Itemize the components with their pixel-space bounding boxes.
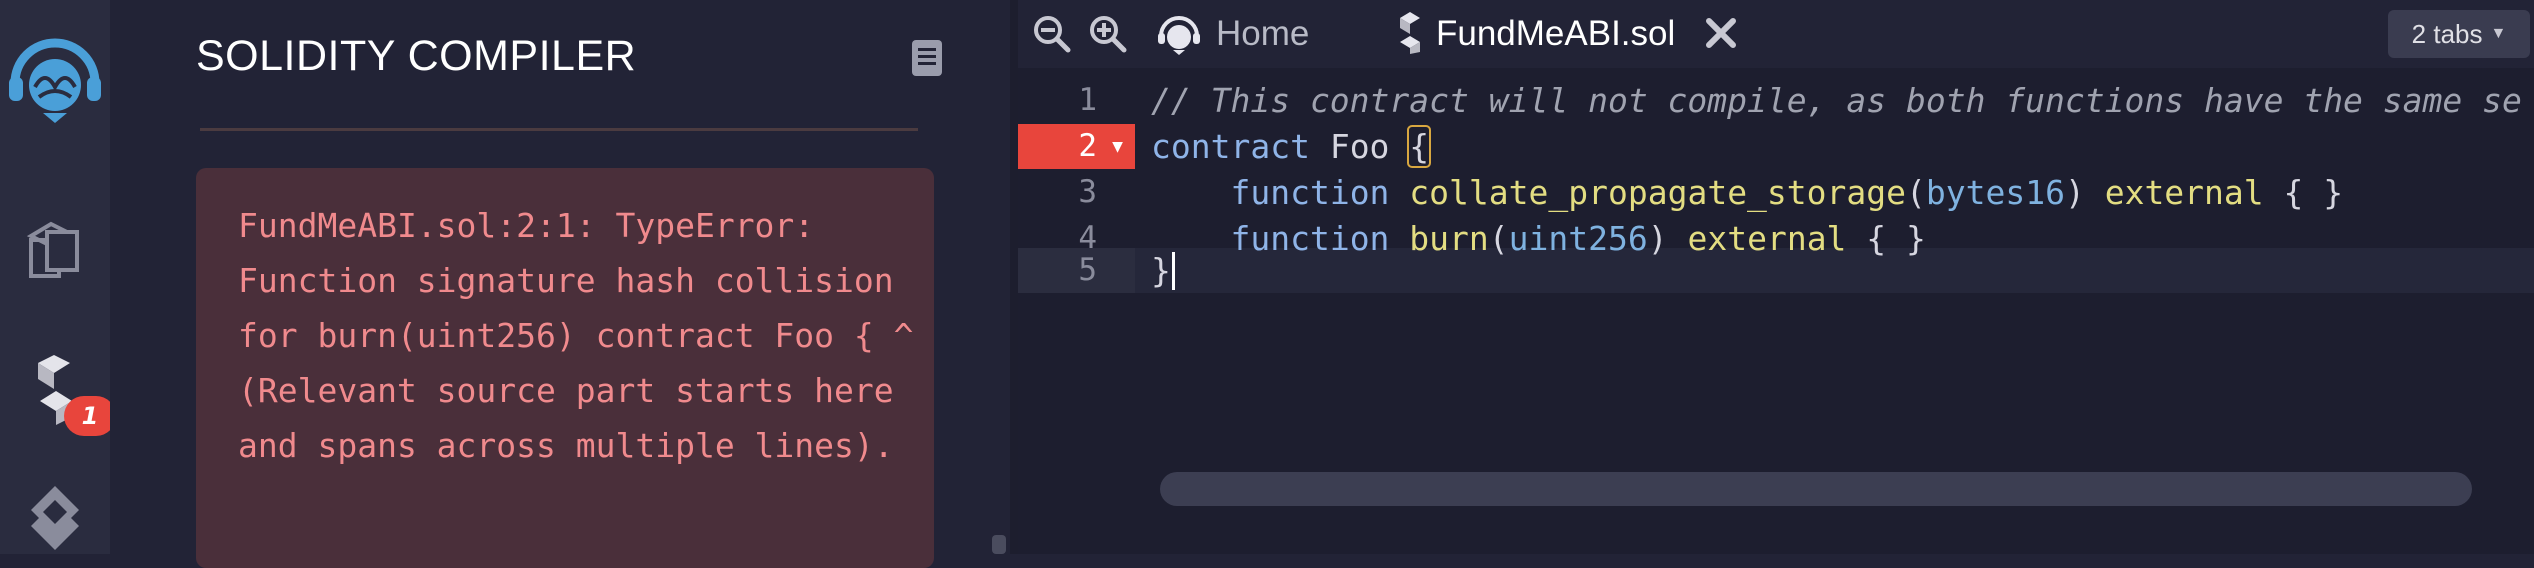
file-explorer-icon[interactable] xyxy=(0,210,110,290)
horizontal-scrollbar[interactable] xyxy=(1160,472,2472,506)
panel-title: SOLIDITY COMPILER xyxy=(196,32,637,80)
function-body: { } xyxy=(2263,173,2344,212)
function-name: collate_propagate_storage xyxy=(1389,173,1906,212)
compile-error-box: FundMeABI.sol:2:1: TypeError: Function s… xyxy=(196,168,934,568)
code-editor[interactable]: 1 2 ▼ 3 4 5 // This contract will not co… xyxy=(1018,68,2534,554)
tabs-count-dropdown[interactable]: 2 tabs ▼ xyxy=(2388,10,2530,58)
matched-bracket: { xyxy=(1407,125,1432,168)
keyword-function: function xyxy=(1230,219,1390,258)
solidity-file-icon xyxy=(1396,12,1424,59)
compiler-panel: SOLIDITY COMPILER FundMeABI.sol:2:1: Typ… xyxy=(110,0,1010,568)
paren-open: ( xyxy=(1906,173,1926,212)
code-line-5: } xyxy=(1151,251,1171,290)
panel-separator[interactable] xyxy=(1010,0,1018,554)
keyword-function: function xyxy=(1230,173,1390,212)
icon-rail: 1 xyxy=(0,0,116,554)
remix-logo-icon[interactable] xyxy=(0,20,110,130)
param-type: uint256 xyxy=(1508,219,1648,258)
code-line-1: // This contract will not compile, as bo… xyxy=(1151,81,2522,120)
text-cursor xyxy=(1172,252,1175,290)
panel-scrollbar[interactable] xyxy=(992,535,1006,554)
function-name: burn xyxy=(1389,219,1489,258)
notification-badge: 1 xyxy=(64,396,116,436)
param-type: bytes16 xyxy=(1925,173,2065,212)
tabs-count-label: 2 tabs xyxy=(2411,18,2483,49)
close-tab-icon[interactable] xyxy=(1704,16,1738,55)
keyword-external: external xyxy=(2104,173,2264,212)
tab-fundmeabi[interactable]: FundMeABI.sol xyxy=(1436,14,1675,54)
compile-error-message: FundMeABI.sol:2:1: TypeError: Function s… xyxy=(238,206,934,465)
chevron-down-icon: ▼ xyxy=(2490,25,2507,42)
code-line-3: function collate_propagate_storage(bytes… xyxy=(1151,170,2343,215)
code-line-4: function burn(uint256) external { } xyxy=(1151,216,1926,261)
deploy-run-icon[interactable] xyxy=(0,480,110,554)
function-body: { } xyxy=(1846,219,1926,258)
zoom-out-icon[interactable] xyxy=(1032,14,1072,59)
paren-close: ) xyxy=(2064,173,2105,212)
panel-divider xyxy=(200,128,918,131)
keyword-contract: contract xyxy=(1151,127,1310,166)
contract-name: Foo xyxy=(1309,127,1410,166)
keyword-external: external xyxy=(1687,219,1847,258)
tab-home[interactable]: Home xyxy=(1216,14,1309,54)
zoom-in-icon[interactable] xyxy=(1088,14,1128,59)
code-line-2: contract Foo { xyxy=(1151,124,1432,169)
remix-home-icon[interactable] xyxy=(1156,10,1202,61)
paren-open: ( xyxy=(1488,219,1509,258)
editor-tab-bar: Home FundMeABI.sol 2 tabs ▼ xyxy=(1018,0,2534,68)
documentation-icon[interactable] xyxy=(910,38,944,83)
paren-close: ) xyxy=(1647,219,1688,258)
